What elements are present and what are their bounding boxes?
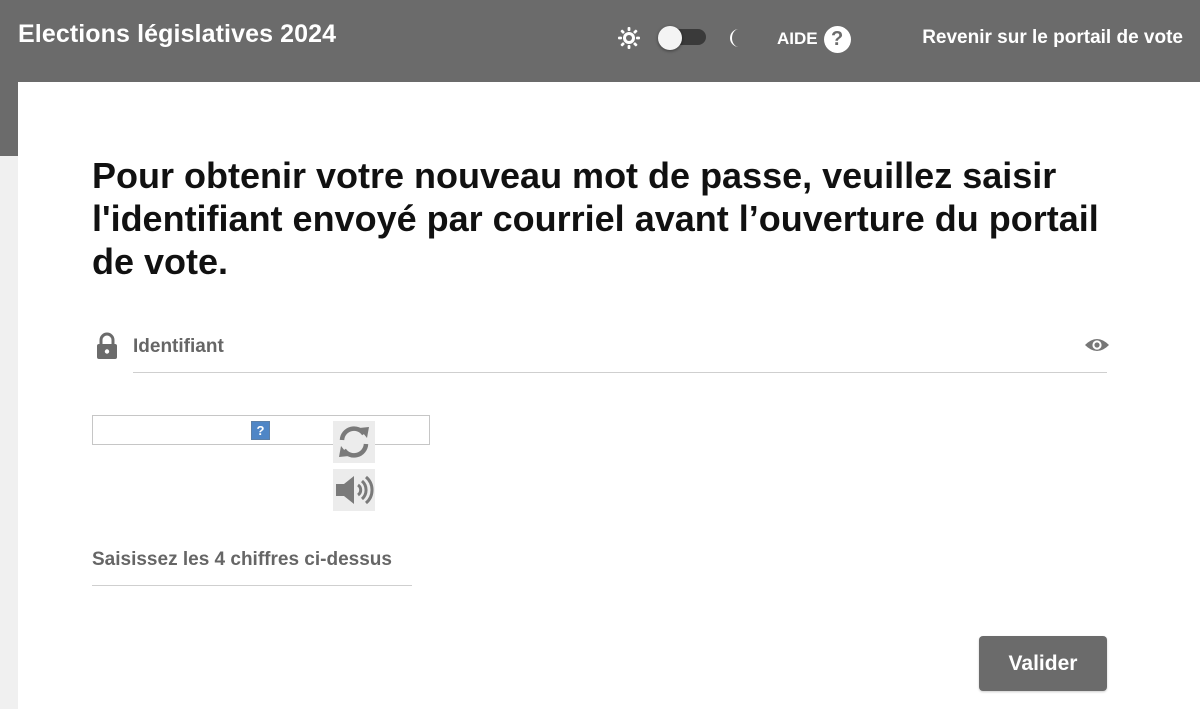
sun-icon [618,27,640,49]
header-side-band [0,82,18,156]
back-to-portal-link[interactable]: Revenir sur le portail de vote [922,27,1183,49]
lock-icon [97,332,117,359]
main-card: Pour obtenir votre nouveau mot de passe,… [18,82,1200,709]
refresh-icon [339,426,369,458]
captcha-image: ? [92,415,430,445]
help-link[interactable]: AIDE ? [777,24,851,54]
captcha-refresh-button[interactable] [333,421,375,463]
help-label: AIDE [777,29,818,48]
captcha-field [92,542,412,586]
speaker-icon [336,475,374,505]
theme-toggle[interactable] [658,26,708,50]
eye-icon[interactable] [1084,335,1110,355]
question-mark-icon: ? [823,25,851,53]
submit-button[interactable]: Valider [979,636,1107,691]
top-bar: Elections législatives 2024 AIDE ? Reven… [0,0,1200,82]
moon-icon [730,29,739,47]
page-instruction: Pour obtenir votre nouveau mot de passe,… [92,155,1099,282]
identifier-field [133,329,1110,373]
broken-image-icon: ? [251,421,270,440]
captcha-audio-button[interactable] [333,469,375,511]
captcha-input[interactable] [92,542,412,578]
toggle-knob [658,26,682,50]
identifier-input[interactable] [133,329,1063,365]
app-title: Elections législatives 2024 [18,20,337,48]
